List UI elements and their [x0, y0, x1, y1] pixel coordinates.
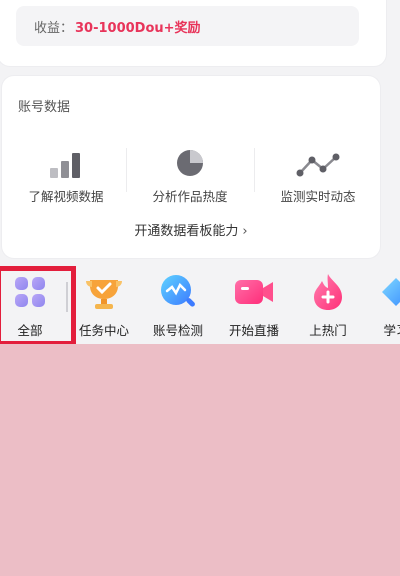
account-data-card: 账号数据 了解视频数据 分析作品热度 监测实时动态 开通数据看板能力 ›	[2, 76, 380, 258]
metric-label: 监测实时动态	[280, 189, 356, 204]
metric-divider	[254, 148, 255, 192]
tool-learn[interactable]: 学习	[360, 266, 400, 339]
open-board-link[interactable]: 开通数据看板能力 ›	[2, 220, 380, 239]
tool-label: 任务中心	[78, 323, 129, 338]
trophy-icon	[68, 266, 140, 318]
reward-value: 30-1000Dou+奖励	[75, 20, 201, 36]
learn-icon	[360, 266, 400, 318]
tool-label: 账号检测	[152, 323, 203, 338]
metric-label: 分析作品热度	[152, 189, 228, 204]
account-data-title: 账号数据	[18, 100, 71, 115]
metric-video-data[interactable]: 了解视频数据	[6, 146, 126, 205]
chevron-right-icon: ›	[242, 224, 248, 239]
pie-chart-icon	[130, 146, 250, 178]
open-board-label: 开通数据看板能力	[134, 224, 239, 239]
tool-go-hot[interactable]: 上热门	[292, 266, 364, 339]
reward-card: 收益： 30-1000Dou+奖励	[0, 0, 386, 66]
hot-flame-icon	[292, 266, 364, 318]
tool-start-live[interactable]: 开始直播	[218, 266, 290, 339]
bar-chart-icon	[6, 146, 126, 178]
tool-label: 学习	[383, 323, 400, 338]
pink-overlay	[0, 344, 400, 576]
metric-label: 了解视频数据	[28, 189, 104, 204]
account-check-icon	[142, 266, 214, 318]
metric-work-heat[interactable]: 分析作品热度	[130, 146, 250, 205]
live-camera-icon	[218, 266, 290, 318]
tool-label: 开始直播	[228, 323, 279, 338]
reward-label: 收益：	[34, 20, 74, 36]
metric-realtime[interactable]: 监测实时动态	[258, 146, 378, 205]
metric-divider	[126, 148, 127, 192]
line-trend-icon	[258, 146, 378, 178]
tool-account-check[interactable]: 账号检测	[142, 266, 214, 339]
reward-box: 收益： 30-1000Dou+奖励	[16, 6, 359, 46]
tool-label: 上热门	[309, 323, 347, 338]
tool-task-center[interactable]: 任务中心	[68, 266, 140, 339]
highlight-box	[0, 266, 76, 346]
